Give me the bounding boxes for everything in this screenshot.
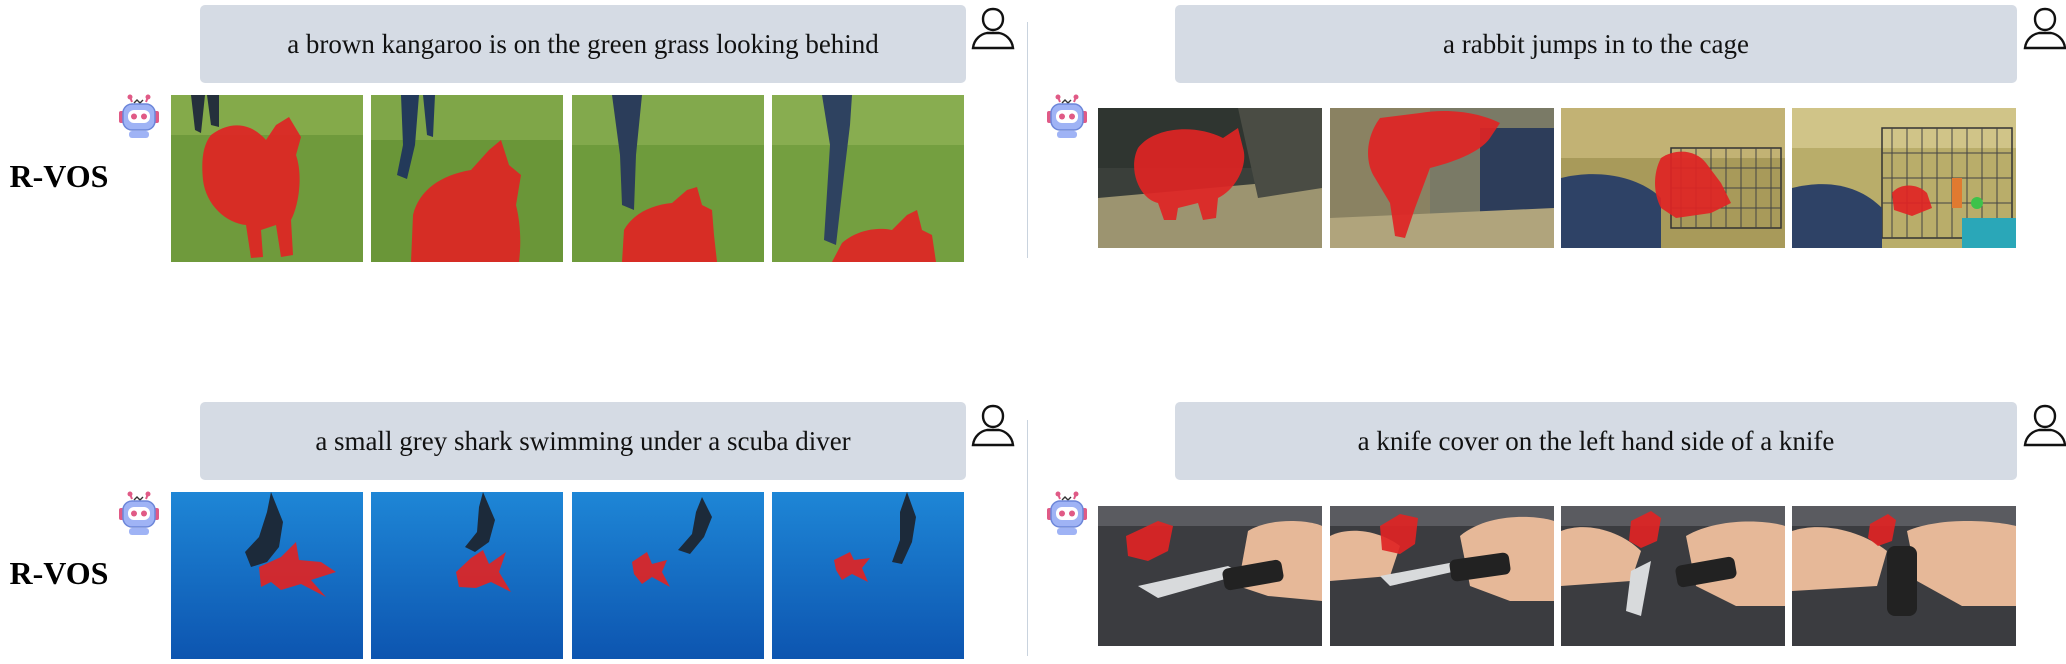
- video-frame-4: [1792, 108, 2016, 248]
- query-text: a brown kangaroo is on the green grass l…: [287, 28, 879, 59]
- panel-divider-bottom: [1027, 420, 1028, 656]
- video-frame-4: [772, 95, 964, 262]
- user-icon: [2023, 7, 2066, 50]
- user-icon: [971, 7, 1015, 50]
- query-text: a knife cover on the left hand side of a…: [1357, 425, 1835, 456]
- video-frame-2: [371, 95, 563, 262]
- task-label-bottom: R-VOS: [9, 555, 109, 591]
- robot-icon: [119, 94, 159, 138]
- video-frame-2: [1330, 506, 1554, 646]
- query-text: a small grey shark swimming under a scub…: [315, 425, 851, 456]
- query-text: a rabbit jumps in to the cage: [1443, 28, 1749, 59]
- query-bubble: a knife cover on the left hand side of a…: [1175, 402, 2017, 480]
- robot-icon: [1047, 491, 1087, 535]
- query-bubble: a brown kangaroo is on the green grass l…: [200, 5, 966, 83]
- video-frame-4: [1792, 506, 2016, 646]
- robot-icon: [1047, 94, 1087, 138]
- robot-icon: [119, 491, 159, 535]
- panel-divider-top: [1027, 22, 1028, 258]
- user-icon: [2023, 404, 2066, 447]
- video-frame-1: [171, 95, 363, 262]
- video-frame-3: [1561, 506, 1785, 646]
- query-bubble: a small grey shark swimming under a scub…: [200, 402, 966, 480]
- video-frame-3: [1561, 108, 1785, 248]
- video-frame-1: [1098, 506, 1322, 646]
- video-frame-2: [371, 492, 563, 659]
- video-frame-2: [1330, 108, 1554, 248]
- video-frame-4: [772, 492, 964, 659]
- query-bubble: a rabbit jumps in to the cage: [1175, 5, 2017, 83]
- task-label-top: R-VOS: [9, 158, 109, 194]
- video-frame-1: [171, 492, 363, 659]
- video-frame-3: [572, 492, 764, 659]
- video-frame-1: [1098, 108, 1322, 248]
- user-icon: [971, 404, 1015, 447]
- video-frame-3: [572, 95, 764, 262]
